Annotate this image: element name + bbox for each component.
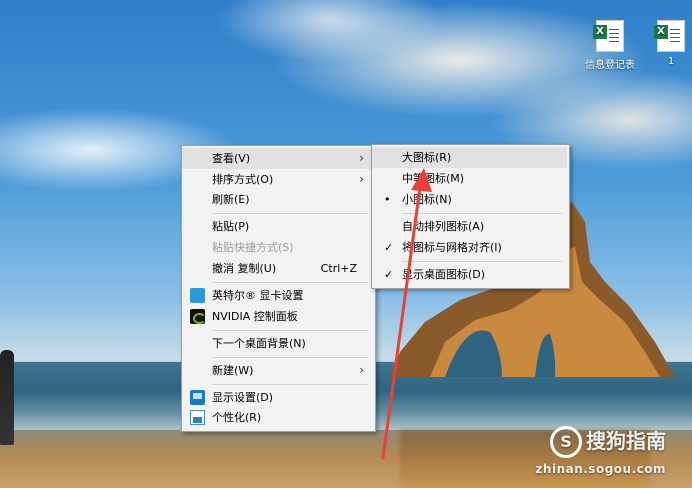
sogou-watermark: S 搜狗指南 xyxy=(550,425,666,458)
annotation-arrow xyxy=(381,168,432,460)
watermark-brand: 搜狗指南 xyxy=(586,428,666,453)
sogou-logo-icon: S xyxy=(550,426,582,458)
watermark-url: zhinan.sogou.com xyxy=(535,462,666,476)
